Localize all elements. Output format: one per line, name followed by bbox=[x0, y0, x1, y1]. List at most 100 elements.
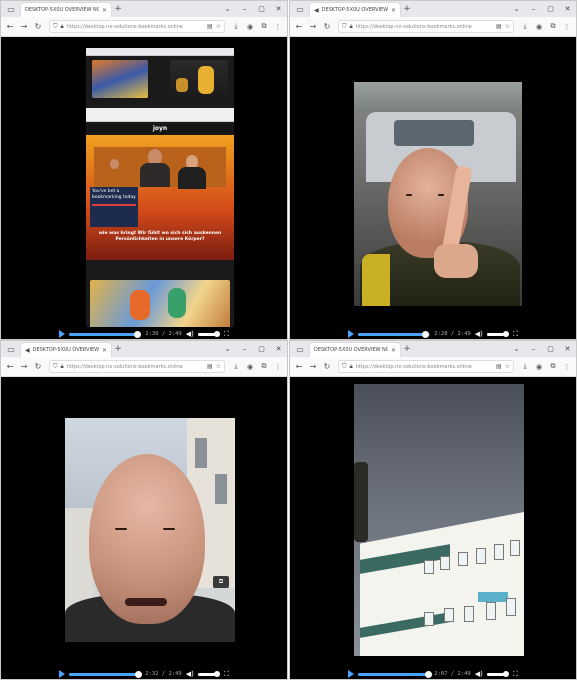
shield-icon[interactable]: ⛉ bbox=[342, 363, 347, 371]
close-window-icon[interactable]: ✕ bbox=[270, 345, 287, 353]
shield-icon[interactable]: ⛉ bbox=[53, 23, 58, 31]
seek-handle[interactable] bbox=[422, 330, 430, 338]
arrow-left-icon[interactable]: ← bbox=[4, 362, 16, 371]
pip-icon[interactable]: ⧉ bbox=[213, 576, 229, 588]
close-icon[interactable]: ✕ bbox=[391, 347, 396, 354]
extensions-icon[interactable]: ⋮ bbox=[272, 363, 284, 371]
address-bar[interactable]: ⛉ 🔒︎ https://desktop.nx-solutions-bookma… bbox=[49, 360, 225, 373]
seek-bar[interactable] bbox=[358, 670, 432, 678]
arrow-right-icon[interactable]: → bbox=[18, 22, 30, 31]
window-icon[interactable]: ▭ bbox=[290, 341, 310, 357]
browser-tab[interactable]: ◀ DESKTOP-5X0U OVERVIEW NOW ✕ bbox=[21, 343, 111, 357]
speaker-icon[interactable]: ◀ bbox=[314, 7, 319, 14]
window-icon[interactable]: ▭ bbox=[1, 341, 21, 357]
plus-icon[interactable]: + bbox=[400, 4, 414, 14]
play-icon[interactable] bbox=[348, 670, 355, 678]
lock-icon[interactable]: 🔒︎ bbox=[61, 363, 64, 371]
reader-icon[interactable]: ▤ bbox=[207, 23, 213, 30]
play-icon[interactable] bbox=[348, 330, 355, 338]
account-icon[interactable]: ◉ bbox=[244, 23, 256, 31]
shield-icon[interactable]: ⛉ bbox=[53, 363, 58, 371]
close-icon[interactable]: ✕ bbox=[102, 7, 107, 14]
puzzle-icon[interactable]: ⧉ bbox=[258, 362, 270, 371]
reload-icon[interactable]: ↻ bbox=[321, 362, 333, 371]
star-icon[interactable]: ☆ bbox=[216, 363, 221, 370]
fullscreen-icon[interactable]: ⛶ bbox=[513, 330, 518, 339]
url-text[interactable]: https://desktop.nx-solutions-bookmarks.o… bbox=[67, 364, 204, 370]
minimize-icon[interactable]: – bbox=[236, 5, 253, 13]
address-bar[interactable]: ⛉ 🔒︎ https://desktop.nx-solutions-bookma… bbox=[338, 20, 514, 33]
extensions-icon[interactable]: ⋮ bbox=[561, 23, 573, 31]
volume-slider[interactable] bbox=[197, 330, 220, 337]
volume-icon[interactable]: ◀) bbox=[475, 670, 483, 678]
extensions-icon[interactable]: ⋮ bbox=[561, 363, 573, 371]
reload-icon[interactable]: ↻ bbox=[321, 22, 333, 31]
video-frame[interactable] bbox=[354, 82, 522, 306]
video-frame[interactable] bbox=[354, 384, 524, 656]
minimize-icon[interactable]: – bbox=[236, 345, 253, 353]
reader-icon[interactable]: ▤ bbox=[496, 363, 502, 370]
star-icon[interactable]: ☆ bbox=[505, 363, 510, 370]
seek-bar[interactable] bbox=[69, 670, 142, 678]
volume-icon[interactable]: ◀) bbox=[475, 330, 483, 338]
reload-icon[interactable]: ↻ bbox=[32, 22, 44, 31]
download-icon[interactable]: ⤓ bbox=[519, 22, 531, 31]
close-window-icon[interactable]: ✕ bbox=[559, 345, 576, 353]
minimize-icon[interactable]: – bbox=[525, 5, 542, 13]
window-icon[interactable]: ▭ bbox=[290, 1, 310, 17]
chevron-down-icon[interactable]: ⌄ bbox=[219, 5, 236, 13]
download-icon[interactable]: ⤓ bbox=[230, 22, 242, 31]
volume-slider[interactable] bbox=[197, 670, 220, 677]
puzzle-icon[interactable]: ⧉ bbox=[547, 362, 559, 371]
seek-bar[interactable] bbox=[358, 330, 431, 338]
volume-handle[interactable] bbox=[502, 330, 509, 337]
volume-handle[interactable] bbox=[213, 330, 220, 337]
url-text[interactable]: https://desktop.nx-solutions-bookmarks.o… bbox=[356, 364, 493, 370]
video-area[interactable]: joyn You've bet a bookmarking today wie … bbox=[1, 38, 287, 339]
maximize-icon[interactable]: ▢ bbox=[253, 5, 270, 13]
star-icon[interactable]: ☆ bbox=[505, 23, 510, 30]
video-area[interactable]: ⧉ 2:32 / 2:49 ◀) ⛶ bbox=[1, 378, 287, 679]
lock-icon[interactable]: 🔒︎ bbox=[61, 23, 64, 31]
volume-slider[interactable] bbox=[486, 670, 509, 677]
maximize-icon[interactable]: ▢ bbox=[542, 5, 559, 13]
account-icon[interactable]: ◉ bbox=[244, 363, 256, 371]
reload-icon[interactable]: ↻ bbox=[32, 362, 44, 371]
url-text[interactable]: https://desktop.nx-solutions-bookmarks.o… bbox=[356, 24, 493, 30]
browser-tab[interactable]: DESKTOP-5X0U OVERVIEW NOW ✕ bbox=[310, 343, 400, 357]
volume-icon[interactable]: ◀) bbox=[186, 670, 194, 678]
shield-icon[interactable]: ⛉ bbox=[342, 23, 347, 31]
plus-icon[interactable]: + bbox=[111, 344, 125, 354]
arrow-right-icon[interactable]: → bbox=[18, 362, 30, 371]
chevron-down-icon[interactable]: ⌄ bbox=[219, 345, 236, 353]
address-bar[interactable]: ⛉ 🔒︎ https://desktop.nx-solutions-bookma… bbox=[49, 20, 225, 33]
seek-handle[interactable] bbox=[424, 670, 432, 678]
speaker-icon[interactable]: ◀ bbox=[25, 347, 30, 354]
volume-handle[interactable] bbox=[213, 670, 220, 677]
play-icon[interactable] bbox=[59, 330, 66, 338]
seek-handle[interactable] bbox=[134, 330, 142, 338]
address-bar[interactable]: ⛉ 🔒︎ https://desktop.nx-solutions-bookma… bbox=[338, 360, 514, 373]
fullscreen-icon[interactable]: ⛶ bbox=[224, 670, 229, 679]
account-icon[interactable]: ◉ bbox=[533, 23, 545, 31]
video-area[interactable]: 2:28 / 2:49 ◀) ⛶ bbox=[290, 38, 576, 339]
volume-slider[interactable] bbox=[486, 330, 509, 337]
puzzle-icon[interactable]: ⧉ bbox=[258, 22, 270, 31]
download-icon[interactable]: ⤓ bbox=[230, 362, 242, 371]
arrow-left-icon[interactable]: ← bbox=[293, 22, 305, 31]
video-area[interactable]: 2:07 / 2:49 ◀) ⛶ bbox=[290, 378, 576, 679]
close-window-icon[interactable]: ✕ bbox=[559, 5, 576, 13]
url-text[interactable]: https://desktop.nx-solutions-bookmarks.o… bbox=[67, 24, 204, 30]
extensions-icon[interactable]: ⋮ bbox=[272, 23, 284, 31]
close-window-icon[interactable]: ✕ bbox=[270, 5, 287, 13]
maximize-icon[interactable]: ▢ bbox=[253, 345, 270, 353]
seek-handle[interactable] bbox=[134, 670, 142, 678]
chevron-down-icon[interactable]: ⌄ bbox=[508, 345, 525, 353]
reader-icon[interactable]: ▤ bbox=[496, 23, 502, 30]
minimize-icon[interactable]: – bbox=[525, 345, 542, 353]
lock-icon[interactable]: 🔒︎ bbox=[350, 363, 353, 371]
browser-tab[interactable]: ◀ DESKTOP-5X0U OVERVIEW NOW ✕ bbox=[310, 3, 400, 17]
plus-icon[interactable]: + bbox=[400, 344, 414, 354]
arrow-left-icon[interactable]: ← bbox=[293, 362, 305, 371]
window-icon[interactable]: ▭ bbox=[1, 1, 21, 17]
